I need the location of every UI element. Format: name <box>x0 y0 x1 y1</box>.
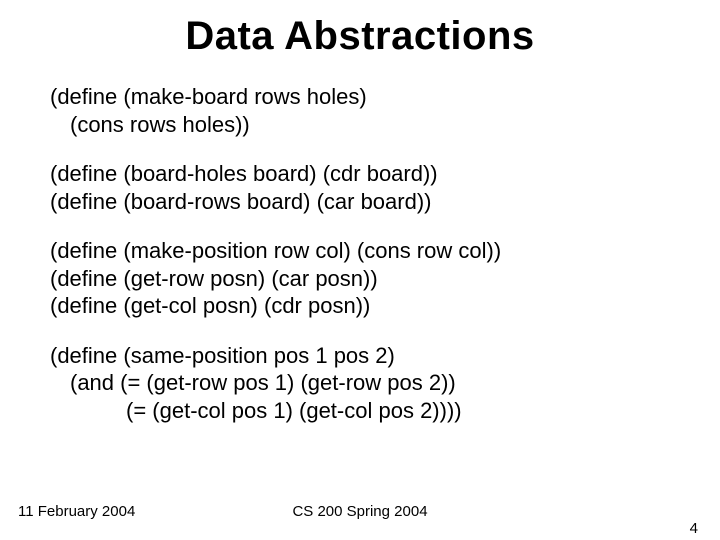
code-line: (= (get-col pos 1) (get-col pos 2)))) <box>50 397 670 425</box>
code-block-3: (define (make-position row col) (cons ro… <box>50 237 670 320</box>
footer-page-number: 4 <box>690 520 698 537</box>
code-line: (define (get-col posn) (cdr posn)) <box>50 292 670 320</box>
code-block-1: (define (make-board rows holes) (cons ro… <box>50 83 670 138</box>
code-line: (define (same-position pos 1 pos 2) <box>50 342 670 370</box>
code-line: (define (board-holes board) (cdr board)) <box>50 160 670 188</box>
code-line: (define (get-row posn) (car posn)) <box>50 265 670 293</box>
code-line: (cons rows holes)) <box>50 111 670 139</box>
footer-date: 11 February 2004 <box>18 503 135 520</box>
code-block-2: (define (board-holes board) (cdr board))… <box>50 160 670 215</box>
slide-title: Data Abstractions <box>50 14 670 59</box>
code-line: (define (make-board rows holes) <box>50 83 670 111</box>
code-line: (and (= (get-row pos 1) (get-row pos 2)) <box>50 369 670 397</box>
code-block-4: (define (same-position pos 1 pos 2) (and… <box>50 342 670 425</box>
slide-footer: 11 February 2004 CS 200 Spring 2004 4 <box>0 503 720 520</box>
code-line: (define (make-position row col) (cons ro… <box>50 237 670 265</box>
slide: Data Abstractions (define (make-board ro… <box>0 0 720 540</box>
code-line: (define (board-rows board) (car board)) <box>50 188 670 216</box>
